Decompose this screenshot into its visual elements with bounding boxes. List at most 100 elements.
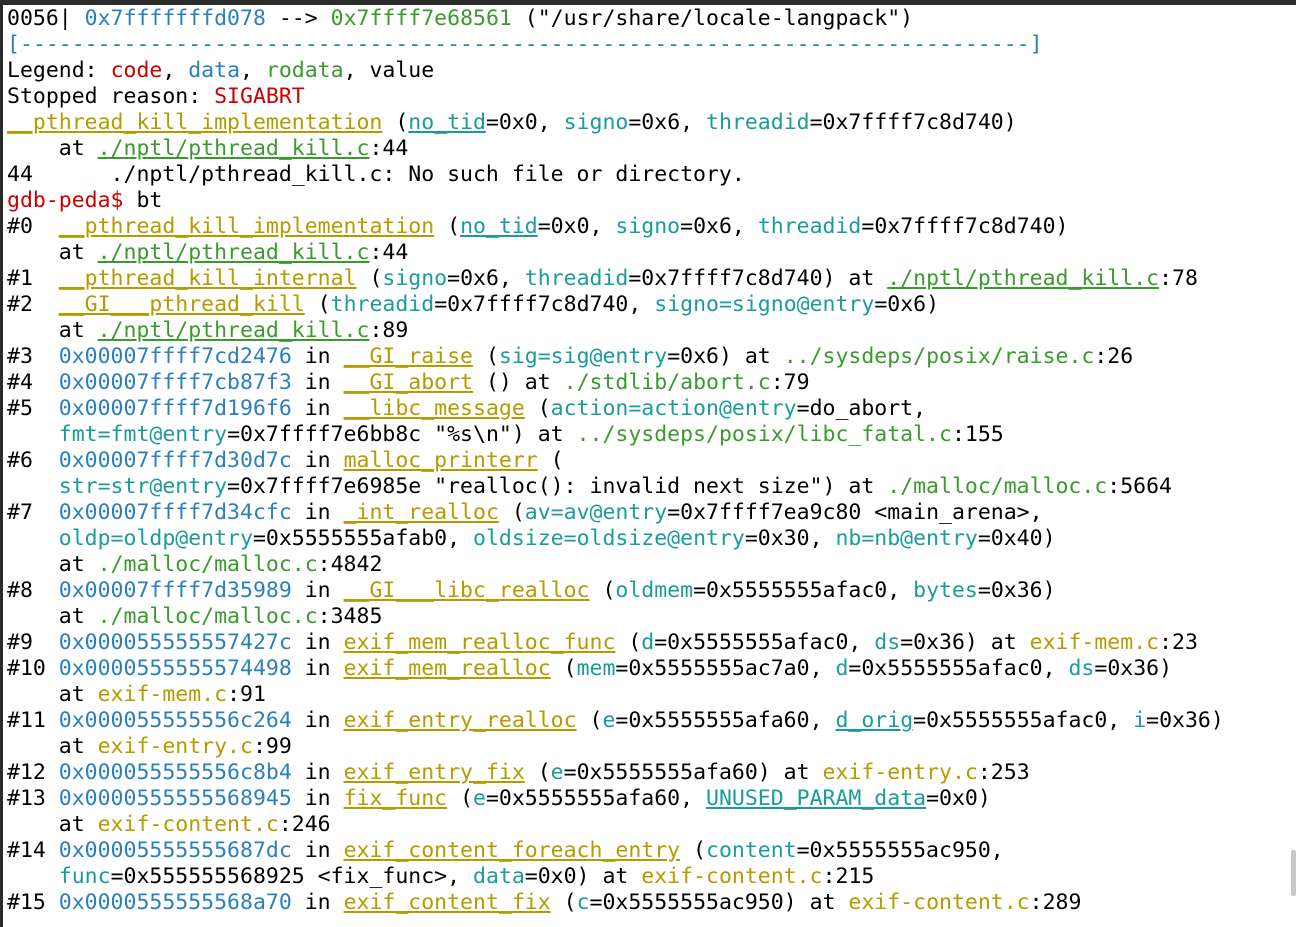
terminal-text-segment: signo=signo@entry — [654, 292, 875, 317]
terminal-text-segment: e — [602, 708, 616, 733]
terminal-text-segment: e — [473, 786, 486, 811]
terminal-text-segment: in — [291, 760, 344, 785]
terminal-text-segment: , — [162, 58, 189, 83]
terminal-text-segment: in — [291, 656, 344, 681]
terminal-text-segment: no_tid — [408, 110, 486, 135]
terminal-line: #3 0x00007ffff7cd2476 in __GI_raise (sig… — [7, 344, 1293, 370]
terminal-text-segment: #9 — [7, 630, 59, 655]
terminal-line: 44 ./nptl/pthread_kill.c: No such file o… — [7, 162, 1293, 188]
terminal-text-segment: __GI___pthread_kill — [58, 292, 305, 317]
terminal-text-segment: d — [641, 630, 655, 655]
terminal-line: #5 0x00007ffff7d196f6 in __libc_message … — [7, 396, 1293, 422]
window-top-border — [0, 0, 1296, 5]
terminal-text-segment: in — [291, 890, 344, 915]
terminal-text-segment: ( — [304, 292, 331, 317]
terminal-text-segment: exif-content.c — [848, 890, 1030, 915]
terminal-text-segment: mem — [576, 656, 616, 681]
terminal-text-segment: 0x00005555555687dc — [58, 838, 292, 863]
terminal-text-segment: Legend: — [7, 58, 111, 83]
terminal-text-segment: at — [7, 136, 98, 161]
terminal-text-segment: ( — [447, 786, 474, 811]
terminal-line: at ./nptl/pthread_kill.c:44 — [7, 136, 1293, 162]
terminal-text-segment: =0x5555555ac7a0, — [615, 656, 836, 681]
terminal-text-segment: =0x7ffff7e6985e "realloc(): invalid next… — [227, 474, 888, 499]
terminal-line: #4 0x00007ffff7cb87f3 in __GI_abort () a… — [7, 370, 1293, 396]
terminal-text-segment: #1 — [7, 266, 59, 291]
terminal-text-segment: 0x00007ffff7d35989 — [58, 578, 292, 603]
terminal-text-segment: __GI_raise — [343, 344, 474, 369]
terminal-text-segment: UNUSED_PARAM_data — [706, 786, 927, 811]
terminal-text-segment: ./malloc/malloc.c — [97, 604, 318, 629]
terminal-line: oldp=oldp@entry=0x5555555afab0, oldsize=… — [7, 526, 1293, 552]
terminal-text-segment: =0x0) at — [524, 864, 642, 889]
terminal-text-segment: bytes — [913, 578, 978, 603]
terminal-line: #13 0x0000555555568945 in fix_func (e=0x… — [7, 786, 1293, 812]
terminal-text-segment: ../sysdeps/posix/libc_fatal.c — [576, 422, 952, 447]
terminal-text-segment: ( — [576, 708, 603, 733]
terminal-text-segment: 0x0000555555568a70 — [58, 890, 292, 915]
terminal-text-segment: __libc_message — [343, 396, 525, 421]
terminal-text-segment: at — [7, 812, 98, 837]
terminal-line: #9 0x000055555557427c in exif_mem_reallo… — [7, 630, 1293, 656]
terminal-text-segment: 0x0000555555568945 — [58, 786, 292, 811]
terminal-text-segment: in — [291, 344, 344, 369]
terminal-line: at ./nptl/pthread_kill.c:44 — [7, 240, 1293, 266]
terminal-line: #10 0x0000555555574498 in exif_mem_reall… — [7, 656, 1293, 682]
terminal-text-segment: d — [835, 656, 849, 681]
terminal-text-segment: 0056| — [7, 6, 85, 31]
terminal-text-segment: :23 — [1159, 630, 1198, 655]
terminal-text-segment: at — [7, 240, 98, 265]
terminal-text-segment: :289 — [1029, 890, 1082, 915]
terminal-line: #1 __pthread_kill_internal (signo=0x6, t… — [7, 266, 1293, 292]
terminal-text-segment: ./nptl/pthread_kill.c — [97, 240, 370, 265]
terminal-line: func=0x555555568925 <fix_func>, data=0x0… — [7, 864, 1293, 890]
terminal-text-segment: in — [291, 370, 344, 395]
terminal-text-segment: ( — [434, 214, 461, 239]
terminal-text-segment: e — [550, 760, 564, 785]
terminal-text-segment: __pthread_kill_implementation — [7, 110, 383, 135]
terminal-text-segment: =0x7ffff7c8d740) — [861, 214, 1069, 239]
terminal-text-segment: =0x40) — [977, 526, 1056, 551]
terminal-text-segment: data — [473, 864, 525, 889]
terminal-text-segment: oldsize=oldsize@entry — [473, 526, 745, 551]
terminal-text-segment: ( — [550, 656, 577, 681]
terminal-text-segment: at — [7, 682, 98, 707]
terminal-text-segment: threadid — [524, 266, 629, 291]
gdb-terminal-output[interactable]: 0056| 0x7fffffffd078 --> 0x7ffff7e68561 … — [7, 6, 1293, 927]
terminal-scrollbar[interactable] — [1291, 850, 1296, 896]
terminal-text-segment: =0x7ffff7ea9c80 <main_arena>, — [667, 500, 1043, 525]
terminal-line: at exif-mem.c:91 — [7, 682, 1293, 708]
terminal-text-segment: rodata — [265, 58, 344, 83]
terminal-line: at exif-entry.c:99 — [7, 734, 1293, 760]
terminal-text-segment: __pthread_kill_implementation — [58, 214, 435, 239]
terminal-text-segment: #5 — [7, 396, 59, 421]
terminal-line: #8 0x00007ffff7d35989 in __GI___libc_rea… — [7, 578, 1293, 604]
terminal-text-segment: bt — [136, 188, 163, 213]
terminal-text-segment: #6 — [7, 448, 59, 473]
terminal-line: #15 0x0000555555568a70 in exif_content_f… — [7, 890, 1293, 916]
terminal-text-segment: :5664 — [1107, 474, 1173, 499]
terminal-text-segment: fmt=fmt@entry — [58, 422, 228, 447]
terminal-text-segment: code — [110, 58, 163, 83]
terminal-text-segment: :78 — [1159, 266, 1198, 291]
terminal-text-segment: =0x5555555afac0, — [693, 578, 914, 603]
terminal-text-segment: =0x5555555afa60) at — [563, 760, 823, 785]
terminal-text-segment: no_tid — [460, 214, 538, 239]
terminal-text-segment: data — [188, 58, 241, 83]
terminal-text-segment: _int_realloc — [343, 500, 499, 525]
terminal-text-segment: in — [291, 500, 344, 525]
terminal-text-segment: exif_mem_realloc — [343, 656, 551, 681]
terminal-text-segment: exif-content.c — [641, 864, 823, 889]
terminal-line: #11 0x000055555556c264 in exif_entry_rea… — [7, 708, 1293, 734]
window-left-border — [0, 0, 3, 927]
terminal-text-segment: ( — [550, 890, 577, 915]
terminal-text-segment: :215 — [822, 864, 875, 889]
terminal-text-segment: ( — [615, 630, 642, 655]
terminal-text-segment: fix_func — [343, 786, 448, 811]
terminal-text-segment: #11 — [7, 708, 59, 733]
terminal-text-segment: in — [291, 786, 344, 811]
terminal-text-segment: ( — [524, 396, 551, 421]
terminal-text-segment: in — [291, 448, 344, 473]
terminal-text-segment: :44 — [369, 136, 409, 161]
